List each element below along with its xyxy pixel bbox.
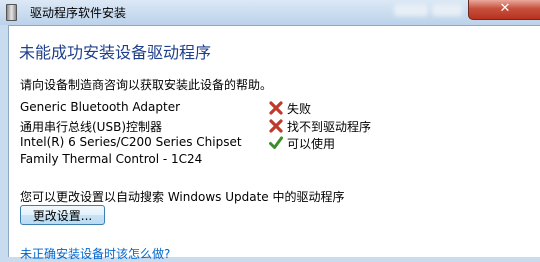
dialog-content: 未能成功安装设备驱动程序 请向设备制造商咨询以获取安装此设备的帮助。 Gener… bbox=[8, 25, 540, 261]
page-title: 未能成功安装设备驱动程序 bbox=[19, 43, 212, 62]
update-message: 您可以更改设置以自动搜索 Windows Update 中的驱动程序 bbox=[20, 190, 345, 204]
device-status: 可以使用 bbox=[287, 137, 336, 151]
check-icon bbox=[269, 136, 283, 149]
device-name: Intel(R) 6 Series/C200 Series Chipset bbox=[20, 135, 242, 149]
device-status: 找不到驱动程序 bbox=[287, 120, 372, 134]
window-title: 驱动程序软件安装 bbox=[30, 6, 127, 20]
device-name: Generic Bluetooth Adapter bbox=[20, 100, 181, 114]
device-status: 失败 bbox=[287, 102, 312, 116]
maximize-button[interactable] bbox=[432, 4, 462, 16]
device-name: 通用串行总线(USB)控制器 bbox=[20, 120, 162, 134]
minimize-button[interactable] bbox=[394, 4, 428, 16]
device-installer-icon bbox=[6, 4, 17, 21]
help-link[interactable]: 未正确安装设备时该怎么做? bbox=[20, 245, 170, 262]
help-text: 请向设备制造商咨询以获取安装此设备的帮助。 bbox=[20, 78, 273, 92]
close-icon: ✕ bbox=[499, 1, 511, 16]
title-bar: 驱动程序软件安装 ✕ bbox=[0, 0, 540, 25]
device-name-continuation: Family Thermal Control - 1C24 bbox=[20, 152, 203, 166]
close-button[interactable]: ✕ bbox=[468, 0, 540, 20]
error-x-icon bbox=[269, 101, 283, 115]
change-settings-button[interactable]: 更改设置... bbox=[20, 205, 105, 225]
error-x-icon bbox=[269, 119, 283, 133]
